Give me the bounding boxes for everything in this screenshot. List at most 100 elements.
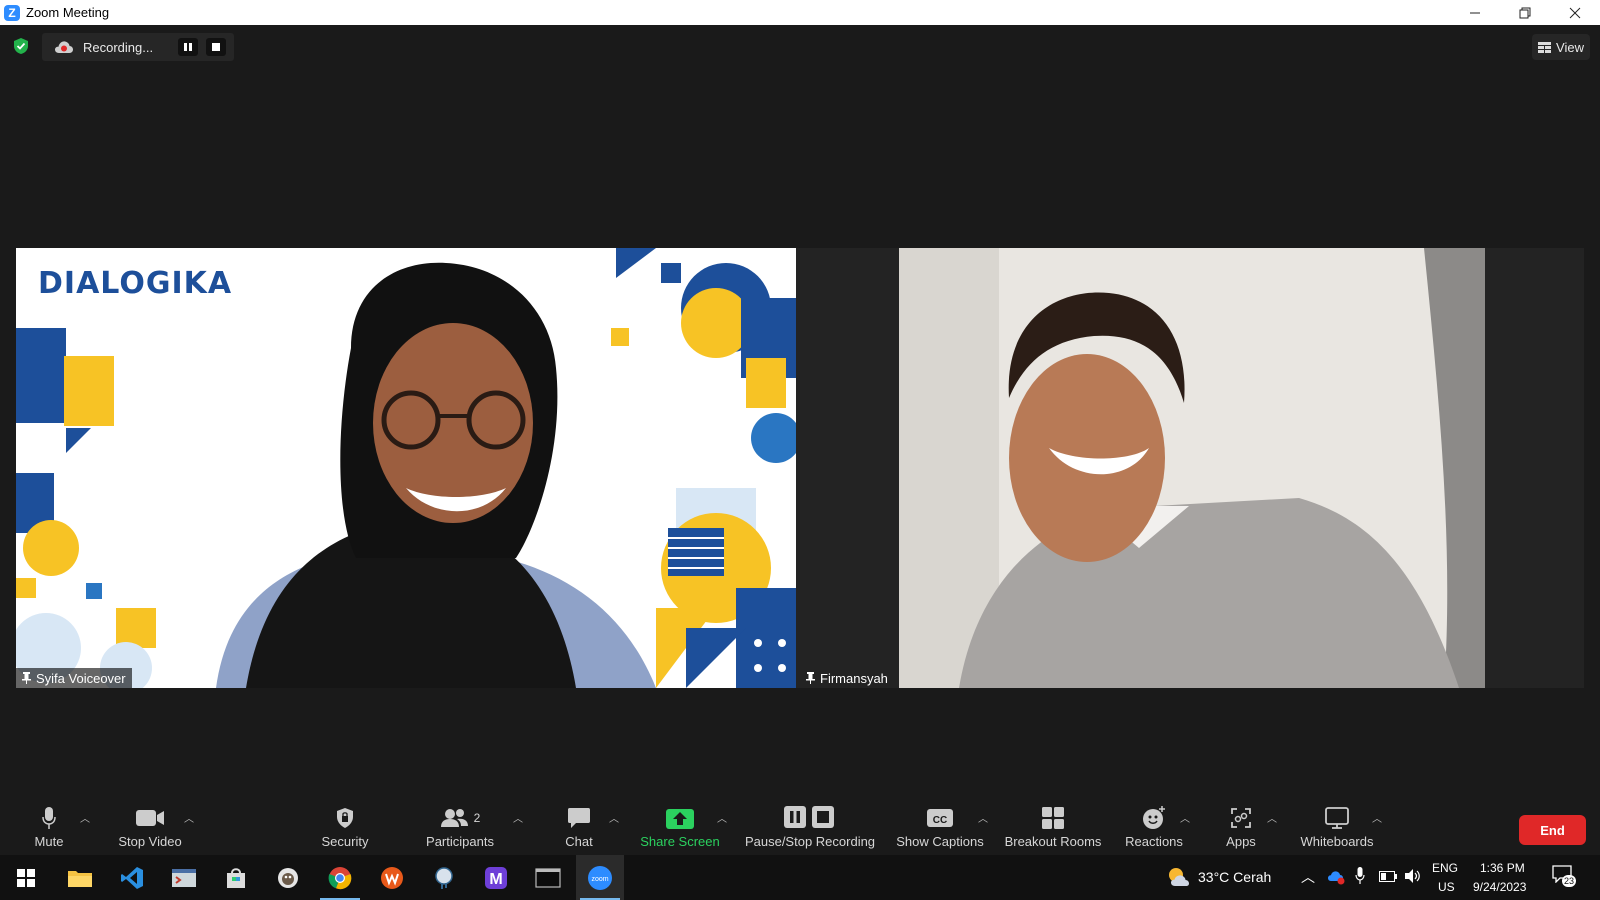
start-button[interactable]: [2, 855, 50, 900]
participant-video-tile[interactable]: [899, 248, 1485, 688]
participant-video-frame: [899, 248, 1485, 688]
restore-button[interactable]: [1500, 0, 1550, 25]
captions-options-chevron-icon[interactable]: ︿: [978, 810, 988, 825]
end-meeting-button[interactable]: End: [1519, 815, 1586, 845]
reactions-label: Reactions: [1125, 834, 1183, 849]
taskbar-file-explorer[interactable]: [56, 855, 104, 900]
clock-date[interactable]: 9/24/2023: [1473, 880, 1526, 894]
share-screen-label: Share Screen: [640, 834, 720, 849]
weather-partly-sunny-icon[interactable]: [1167, 866, 1191, 888]
whiteboards-button[interactable]: Whiteboards: [1294, 790, 1380, 855]
security-button[interactable]: Security: [310, 790, 380, 855]
chat-bubble-icon: [568, 808, 590, 828]
close-icon: [1569, 7, 1581, 18]
postgresql-elephant-icon: [435, 866, 453, 889]
window-controls: [1450, 0, 1600, 25]
mute-label: Mute: [34, 834, 64, 849]
clock-time[interactable]: 1:36 PM: [1480, 861, 1525, 875]
breakout-rooms-icon: [1042, 807, 1064, 829]
closed-captions-icon: CC: [927, 809, 953, 827]
tile-padding: Firmansyah: [796, 248, 899, 688]
battery-icon[interactable]: [1379, 871, 1397, 882]
taskbar-zoom[interactable]: zoom: [576, 855, 624, 900]
mute-button[interactable]: Mute: [24, 790, 74, 855]
taskbar-app-gimp[interactable]: [264, 855, 312, 900]
show-hidden-icons-chevron-icon[interactable]: ︿: [1301, 867, 1315, 887]
recording-indicator: Recording...: [42, 33, 234, 61]
stop-icon: [212, 43, 220, 51]
svg-text:zoom: zoom: [591, 876, 608, 883]
reactions-button[interactable]: Reactions: [1124, 790, 1184, 855]
windows-logo-icon: [17, 868, 35, 887]
restore-icon: [1519, 7, 1531, 18]
speaker-volume-icon[interactable]: [1404, 868, 1422, 884]
zoom-app-icon: zoom: [588, 865, 612, 890]
taskbar-chrome[interactable]: [316, 855, 364, 900]
chat-button[interactable]: Chat: [554, 790, 604, 855]
taskbar-wps-office[interactable]: [368, 855, 416, 900]
security-shield-icon: [337, 808, 353, 828]
terminal-tool-icon: [172, 868, 196, 887]
participant-name: Syifa Voiceover: [36, 670, 126, 686]
participants-button[interactable]: 2 Participants: [420, 790, 500, 855]
pause-stop-recording-button[interactable]: Pause/Stop Recording: [738, 790, 882, 855]
weather-text[interactable]: 33°C Cerah: [1198, 869, 1271, 885]
share-options-chevron-icon[interactable]: ︿: [717, 810, 727, 825]
close-button[interactable]: [1550, 0, 1600, 25]
taskbar-terminal[interactable]: [524, 855, 572, 900]
taskbar-app-m[interactable]: M: [472, 855, 520, 900]
whiteboard-icon: [1325, 807, 1349, 829]
stop-video-button[interactable]: Stop Video: [110, 790, 190, 855]
audio-options-chevron-icon[interactable]: ︿: [80, 810, 90, 825]
windows-taskbar: M zoom 33°C Cerah ︿ ENG US 1:36 PM 9/24/…: [0, 855, 1600, 900]
security-label: Security: [321, 834, 369, 849]
participant-name: Firmansyah: [820, 670, 888, 686]
pin-icon: [806, 672, 815, 684]
taskbar-app-terminal-tool[interactable]: [160, 855, 208, 900]
svg-text:M: M: [489, 871, 502, 888]
zoom-logo-icon: Z: [4, 4, 20, 21]
pause-recording-button[interactable]: [178, 38, 198, 56]
notification-center-button[interactable]: 23: [1552, 865, 1578, 889]
minimize-button[interactable]: [1450, 0, 1500, 25]
pause-stop-recording-icon: [784, 806, 834, 828]
show-captions-button[interactable]: CC Show Captions: [892, 790, 988, 855]
title-bar: Z Zoom Meeting: [0, 0, 1600, 25]
reactions-smiley-icon: [1143, 806, 1165, 829]
apps-label: Apps: [1226, 834, 1256, 849]
encryption-shield-icon[interactable]: [12, 37, 30, 55]
whiteboards-options-chevron-icon[interactable]: ︿: [1372, 810, 1382, 825]
reactions-options-chevron-icon[interactable]: ︿: [1180, 810, 1190, 825]
chat-options-chevron-icon[interactable]: ︿: [609, 810, 619, 825]
apps-button[interactable]: Apps: [1221, 790, 1261, 855]
view-button-label: View: [1556, 39, 1584, 55]
wps-office-icon: [381, 866, 403, 889]
pin-icon: [22, 672, 31, 684]
input-language[interactable]: ENG: [1432, 861, 1458, 875]
microphone-in-use-icon[interactable]: [1355, 867, 1365, 885]
apps-options-chevron-icon[interactable]: ︿: [1267, 810, 1277, 825]
stop-video-label: Stop Video: [118, 834, 182, 849]
command-prompt-icon: [535, 867, 561, 888]
pause-stop-recording-label: Pause/Stop Recording: [744, 834, 876, 849]
keyboard-layout[interactable]: US: [1438, 880, 1455, 894]
breakout-rooms-button[interactable]: Breakout Rooms: [1000, 790, 1106, 855]
video-camera-icon: [136, 810, 164, 826]
participants-count: 2: [473, 811, 481, 825]
participants-label: Participants: [426, 834, 494, 849]
store-bag-icon: [227, 867, 245, 888]
share-screen-button[interactable]: Share Screen: [636, 790, 724, 855]
onedrive-error-icon[interactable]: [1327, 869, 1345, 885]
share-screen-icon: [666, 809, 694, 829]
participant-video-tile[interactable]: DIALOGIKA Syifa Voiceover: [16, 248, 796, 688]
taskbar-app-store[interactable]: [212, 855, 260, 900]
video-options-chevron-icon[interactable]: ︿: [184, 810, 194, 825]
stop-recording-button[interactable]: [206, 38, 226, 56]
view-button[interactable]: View: [1532, 34, 1590, 60]
participants-icon: [440, 809, 468, 827]
taskbar-postgresql[interactable]: [420, 855, 468, 900]
breakout-rooms-label: Breakout Rooms: [1004, 834, 1102, 849]
participants-options-chevron-icon[interactable]: ︿: [513, 810, 523, 825]
taskbar-vscode[interactable]: [108, 855, 156, 900]
vscode-icon: [121, 866, 143, 889]
